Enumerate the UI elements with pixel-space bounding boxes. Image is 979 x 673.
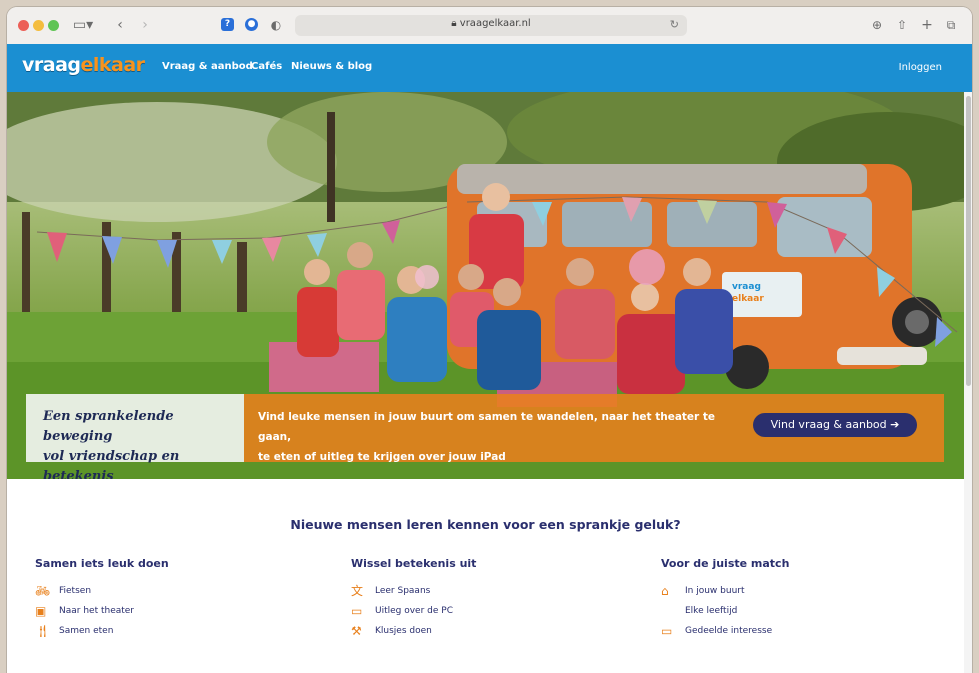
item-label: Naar het theater <box>59 606 135 616</box>
shared-interest-icon: ▭ <box>661 624 673 638</box>
theater-icon: ▣ <box>35 604 47 618</box>
cutlery-icon: 🍴︎ <box>35 624 51 638</box>
logo-part2: elkaar <box>80 54 146 76</box>
item-label: Samen eten <box>59 626 114 636</box>
list-item[interactable]: Elke leeftijd <box>661 606 941 626</box>
sidebar-icon[interactable]: ▭▾ <box>71 16 95 34</box>
lock-icon: 🔒︎ <box>451 18 460 29</box>
tagline-line-2: vol vriendschap en betekenis <box>43 449 180 479</box>
list-item[interactable]: 🍴︎ Samen eten <box>35 624 315 646</box>
page-scrollbar[interactable] <box>964 92 972 673</box>
tagline-line-1: Een sprankelende beweging <box>43 409 174 444</box>
list-item[interactable]: ▭ Gedeelde interesse <box>661 624 941 646</box>
item-label: Elke leeftijd <box>685 606 738 616</box>
computer-help-icon: ▭ <box>351 604 363 618</box>
browser-toolbar: ▭▾ ‹ › ? ● ◐ 🔒︎ vraagelkaar.nl ↻ ⊕ ⇧ + ⧉ <box>7 7 972 45</box>
item-label: In jouw buurt <box>685 586 745 596</box>
minimize-window-button[interactable] <box>33 20 44 31</box>
extension-github-icon[interactable]: ● <box>245 18 258 31</box>
close-window-button[interactable] <box>18 20 29 31</box>
back-icon[interactable]: ‹ <box>113 16 127 34</box>
nav-link-vraag-aanbod[interactable]: Vraag & aanbod <box>162 61 253 72</box>
section-headline: Nieuwe mensen leren kennen voor een spra… <box>290 517 681 532</box>
site-navbar: vraagelkaar Vraag & aanbod Cafés Nieuws … <box>7 44 972 92</box>
item-label: Gedeelde interesse <box>685 626 773 636</box>
description-line-2: te eten of uitleg te krijgen over jouw i… <box>258 451 506 463</box>
tab-overview-icon[interactable]: ⧉ <box>944 16 958 34</box>
column-wissel: Wissel betekenis uit ⽂ Leer Spaans ▭ Uit… <box>351 557 631 646</box>
column-title: Samen iets leuk doen <box>35 557 169 570</box>
neighborhood-icon: ⌂ <box>661 584 669 598</box>
logo-part1: vraag <box>22 54 81 76</box>
column-samen: Samen iets leuk doen 🚲︎ Fietsen ▣ Naar h… <box>35 557 315 646</box>
column-title: Wissel betekenis uit <box>351 557 477 570</box>
list-item[interactable]: ⚒ Klusjes doen <box>351 624 631 646</box>
hero-description-box: Vind leuke mensen in jouw buurt om samen… <box>244 394 944 463</box>
description-line-1: Vind leuke mensen in jouw buurt om samen… <box>258 411 716 443</box>
item-label: Fietsen <box>59 586 92 596</box>
privacy-shield-icon[interactable]: ◐ <box>269 16 283 34</box>
scrollbar-thumb[interactable] <box>966 96 971 386</box>
hero-banner: vraag elkaar Een sprankelende beweging v… <box>7 92 964 479</box>
address-url: vraagelkaar.nl <box>459 18 531 29</box>
hero-tagline-box: Een sprankelende beweging vol vriendscha… <box>26 394 244 479</box>
column-title: Voor de juiste match <box>661 557 790 570</box>
new-tab-icon[interactable]: + <box>920 16 934 34</box>
item-label: Uitleg over de PC <box>375 606 453 616</box>
forward-icon[interactable]: › <box>138 16 152 34</box>
hero-description: Vind leuke mensen in jouw buurt om samen… <box>258 407 723 467</box>
list-item[interactable]: ⽂ Leer Spaans <box>351 584 631 606</box>
nav-link-cafes[interactable]: Cafés <box>251 61 282 72</box>
site-logo[interactable]: vraagelkaar <box>22 54 145 76</box>
login-link[interactable]: Inloggen <box>899 62 942 73</box>
share-icon[interactable]: ⇧ <box>895 16 909 34</box>
find-offers-button[interactable]: Vind vraag & aanbod ➔ <box>753 413 917 437</box>
item-label: Klusjes doen <box>375 626 432 636</box>
extension-help-icon[interactable]: ? <box>221 18 234 31</box>
list-item[interactable]: 🚲︎ Fietsen <box>35 584 315 606</box>
list-item[interactable]: ▭ Uitleg over de PC <box>351 604 631 626</box>
tools-icon: ⚒ <box>351 624 362 638</box>
column-match: Voor de juiste match ⌂ In jouw buurt Elk… <box>661 557 941 646</box>
language-icon: ⽂ <box>351 584 364 598</box>
nav-link-nieuws-blog[interactable]: Nieuws & blog <box>291 61 372 72</box>
downloads-icon[interactable]: ⊕ <box>870 16 884 34</box>
list-item[interactable]: ▣ Naar het theater <box>35 604 315 626</box>
van-sign-line2: elkaar <box>732 294 764 304</box>
reload-icon[interactable]: ↻ <box>670 18 679 31</box>
van-sign-line1: vraag <box>732 282 761 292</box>
address-bar[interactable]: 🔒︎ vraagelkaar.nl ↻ <box>295 15 687 36</box>
bicycle-icon: 🚲︎ <box>35 584 51 598</box>
list-item[interactable]: ⌂ In jouw buurt <box>661 584 941 606</box>
hero-tagline: Een sprankelende beweging vol vriendscha… <box>43 407 243 479</box>
zoom-window-button[interactable] <box>48 20 59 31</box>
item-label: Leer Spaans <box>375 586 431 596</box>
browser-window: ▭▾ ‹ › ? ● ◐ 🔒︎ vraagelkaar.nl ↻ ⊕ ⇧ + ⧉… <box>7 7 972 673</box>
